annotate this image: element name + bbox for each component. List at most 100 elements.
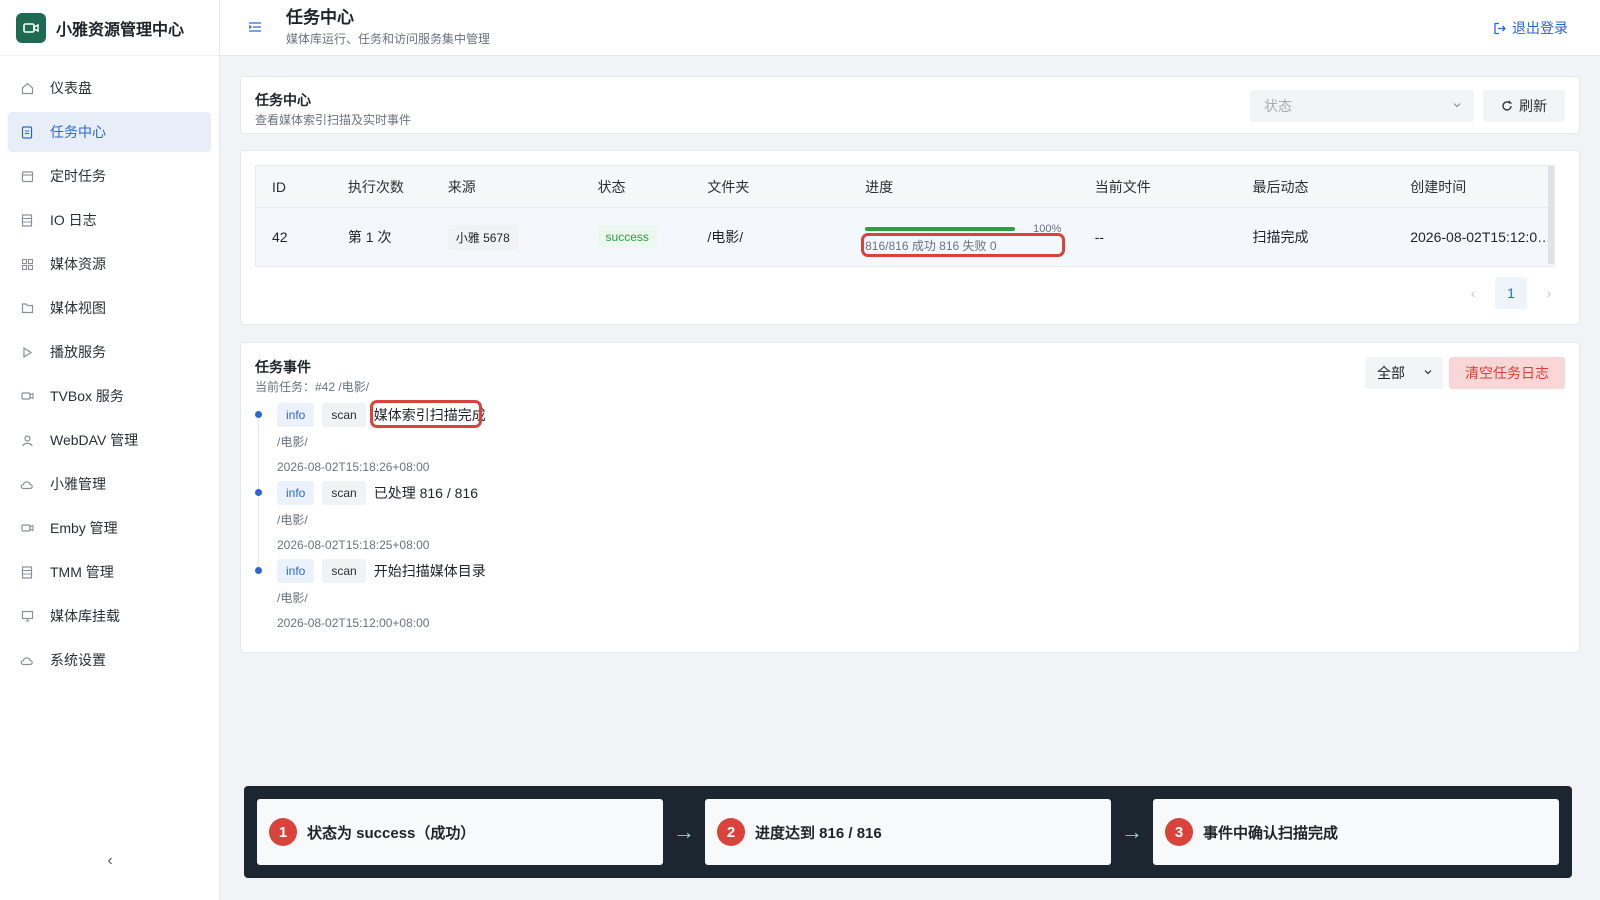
sidebar-item-xiaoya[interactable]: 小雅管理: [8, 464, 211, 504]
task-table: ID 执行次数 来源 状态 文件夹 进度 当前文件 最后动态 创建时间 42 第…: [255, 165, 1555, 267]
sidebar-nav: 仪表盘 任务中心 定时任务 IO 日志 媒体资源 媒体视图 播放服务 TVBox…: [0, 56, 219, 680]
sidebar-item-playback-service[interactable]: 播放服务: [8, 332, 211, 372]
logout-label: 退出登录: [1512, 20, 1568, 36]
list-item: info scan 开始扫描媒体目录 /电影/ 2026-08-02T15:12…: [255, 559, 1055, 637]
event-message: 开始扫描媒体目录: [373, 563, 486, 579]
sidebar-item-settings[interactable]: 系统设置: [8, 640, 211, 680]
level-tag: info: [277, 403, 315, 427]
sidebar-item-label: 任务中心: [50, 124, 106, 140]
monitor-icon: [20, 609, 34, 623]
step-text: 事件中确认扫描完成: [1203, 824, 1339, 842]
column-header: 来源: [447, 178, 476, 195]
grid-icon: [20, 257, 34, 271]
sidebar-item-io-log[interactable]: IO 日志: [8, 200, 211, 240]
column-header: 状态: [597, 178, 626, 195]
event-time: 2026-08-02T15:18:26+08:00: [277, 460, 430, 474]
status-badge: success: [597, 226, 657, 248]
timeline-line: [258, 411, 259, 489]
events-card-subtitle: 当前任务：#42 /电影/: [255, 380, 370, 394]
type-tag: scan: [322, 559, 366, 583]
level-tag: info: [277, 559, 315, 583]
chevron-down-icon: [1453, 103, 1461, 108]
timeline-dot: [255, 411, 262, 418]
home-icon: [20, 81, 34, 95]
arrow-right-icon: →: [673, 819, 695, 844]
source-tag: 小雅 5678: [447, 224, 518, 250]
task-progress-cell: 100% 816/816 成功 816 失败 0: [849, 217, 1079, 257]
step-number: 3: [1165, 818, 1193, 846]
page-1-button[interactable]: 1: [1495, 277, 1527, 309]
refresh-button[interactable]: 刷新: [1483, 90, 1565, 122]
sidebar-item-scheduled-tasks[interactable]: 定时任务: [8, 156, 211, 196]
event-message: 已处理 816 / 816: [373, 485, 478, 501]
table-header: ID 执行次数 来源 状态 文件夹 进度 当前文件 最后动态 创建时间: [256, 166, 1554, 208]
calendar-icon: [20, 169, 34, 183]
sidebar-item-task-center[interactable]: 任务中心: [8, 112, 211, 152]
task-card-title: 任务中心: [255, 92, 311, 108]
sidebar-item-media-view[interactable]: 媒体视图: [8, 288, 211, 328]
status-select-placeholder: 状态: [1264, 98, 1292, 114]
sidebar-item-emby[interactable]: Emby 管理: [8, 508, 211, 548]
play-icon: [20, 345, 34, 359]
type-tag: scan: [322, 481, 366, 505]
pagination: ‹ 1 ›: [1457, 277, 1565, 309]
sidebar-item-library-mount[interactable]: 媒体库挂载: [8, 596, 211, 636]
prev-page-button[interactable]: ‹: [1457, 285, 1489, 301]
progress-highlight-box: [861, 233, 1066, 257]
column-header: 执行次数: [347, 178, 404, 195]
sidebar-item-webdav[interactable]: WebDAV 管理: [8, 420, 211, 460]
level-tag: info: [277, 481, 315, 505]
sidebar-item-tmm[interactable]: TMM 管理: [8, 552, 211, 592]
step-number: 1: [269, 818, 297, 846]
brand: 小雅资源管理中心: [0, 0, 219, 56]
task-folder: /电影/: [707, 229, 744, 245]
task-id: 42: [272, 229, 288, 245]
sidebar-item-dashboard[interactable]: 仪表盘: [8, 68, 211, 108]
column-header: 最后动态: [1252, 178, 1309, 195]
log-icon: [20, 213, 34, 227]
event-time: 2026-08-02T15:12:00+08:00: [277, 616, 430, 630]
status-select[interactable]: 状态: [1250, 90, 1474, 122]
sidebar-item-label: 媒体库挂载: [50, 608, 120, 624]
logout-button[interactable]: 退出登录: [1493, 18, 1568, 38]
sidebar-item-media-resources[interactable]: 媒体资源: [8, 244, 211, 284]
event-tags: info scan 已处理 816 / 816: [277, 481, 1055, 505]
sidebar-item-tvbox-service[interactable]: TVBox 服务: [8, 376, 211, 416]
sidebar-item-label: 系统设置: [50, 652, 106, 668]
header-titles: 任务中心 媒体库运行、任务和访问服务集中管理: [286, 8, 490, 47]
event-highlight-box: [369, 400, 482, 428]
collapse-sidebar-button[interactable]: ‹: [0, 852, 220, 870]
refresh-icon: [1502, 100, 1512, 111]
task-runs: 第 1 次: [347, 229, 392, 245]
app-title: 小雅资源管理中心: [56, 21, 185, 39]
sidebar-item-label: TVBox 服务: [50, 388, 124, 404]
arrow-right-icon: →: [1121, 819, 1143, 844]
task-card-subtitle: 查看媒体索引扫描及实时事件: [255, 113, 412, 127]
logout-icon: [1494, 22, 1506, 34]
timeline-line: [258, 489, 259, 567]
video-camera-icon: [16, 12, 46, 43]
camera-icon: [20, 521, 34, 535]
task-table-card: ID 执行次数 来源 状态 文件夹 进度 当前文件 最后动态 创建时间 42 第…: [240, 150, 1580, 325]
list-item: info scan 已处理 816 / 816 /电影/ 2026-08-02T…: [255, 481, 1055, 567]
clear-task-log-button[interactable]: 清空任务日志: [1449, 357, 1565, 389]
event-filter-select[interactable]: 全部: [1365, 357, 1443, 389]
next-page-button[interactable]: ›: [1533, 285, 1565, 301]
table-row[interactable]: 42 第 1 次 小雅 5678 success /电影/ 100% 816/8…: [256, 208, 1554, 266]
sidebar-item-label: 仪表盘: [50, 80, 92, 96]
column-header: 进度: [865, 178, 894, 195]
column-header: ID: [272, 178, 286, 195]
step-card-2: 2 进度达到 816 / 816: [705, 799, 1111, 865]
event-message: 媒体索引扫描完成: [369, 400, 486, 428]
sidebar-item-label: Emby 管理: [50, 520, 118, 536]
sidebar-item-label: 媒体视图: [50, 300, 106, 316]
table-scroll-edge[interactable]: [1548, 166, 1554, 264]
step-text: 状态为 success（成功）: [307, 824, 476, 842]
step-card-3: 3 事件中确认扫描完成: [1153, 799, 1559, 865]
task-status-cell: success: [582, 226, 692, 248]
timeline-dot: [255, 567, 262, 574]
task-created: 2026-08-02T15:12:00+08:00: [1410, 229, 1554, 245]
task-source-cell: 小雅 5678: [432, 224, 582, 250]
menu-toggle-icon[interactable]: [248, 20, 266, 36]
event-tags: info scan 开始扫描媒体目录: [277, 559, 1055, 583]
